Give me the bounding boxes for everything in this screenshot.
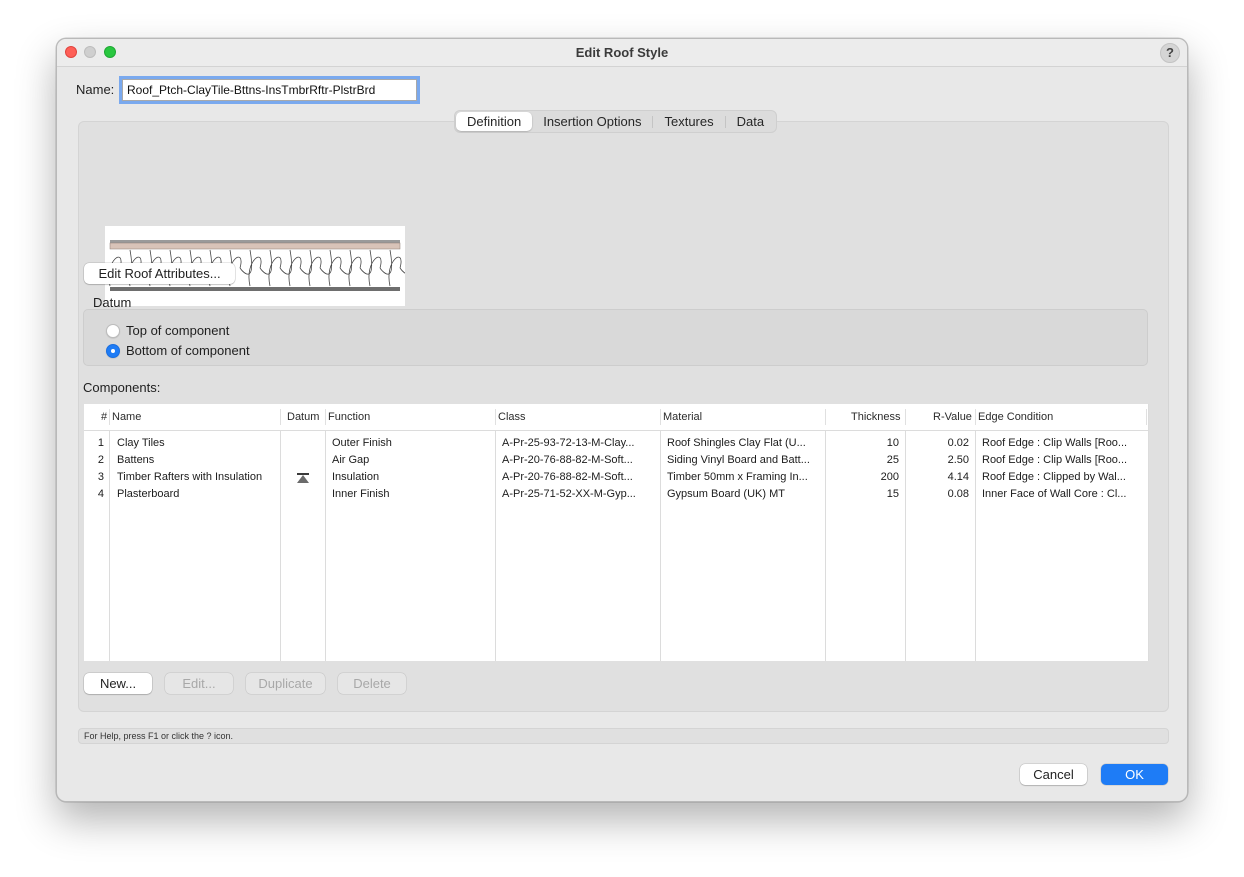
new-component-button[interactable]: New... [84, 673, 152, 694]
cell-edge-condition: Roof Edge : Clip Walls [Roo... [982, 454, 1128, 466]
cell-name: Clay Tiles [117, 437, 165, 449]
datum-group-label: Datum [93, 295, 132, 310]
datum-marker-icon [297, 473, 309, 483]
column-divider [825, 409, 826, 425]
cancel-button[interactable]: Cancel [1020, 764, 1087, 785]
cell-function: Insulation [332, 471, 380, 483]
cell-edge-condition: Inner Face of Wall Core : Cl... [982, 488, 1127, 500]
cell-name: Battens [117, 454, 155, 466]
edit-roof-attributes-button[interactable]: Edit Roof Attributes... [84, 263, 235, 284]
help-button[interactable]: ? [1160, 43, 1180, 63]
edit-roof-style-dialog: Edit Roof Style ? Name: Overall Thicknes… [56, 38, 1188, 802]
cell-number: 3 [97, 471, 104, 483]
tab-data[interactable]: Data [726, 112, 775, 131]
table-row[interactable]: 4 Plasterboard Inner Finish A-Pr-25-71-52-X… [84, 487, 1148, 504]
column-header-datum[interactable]: Datum [287, 411, 319, 423]
cell-name: Plasterboard [117, 488, 180, 500]
cell-r-value: 2.50 [947, 454, 969, 466]
column-header-edge-condition[interactable]: Edge Condition [978, 411, 1053, 423]
tab-textures[interactable]: Textures [653, 112, 724, 131]
cell-thickness: 15 [886, 488, 899, 500]
edit-component-button[interactable]: Edit... [165, 673, 233, 694]
cell-material: Timber 50mm x Framing In... [667, 471, 808, 483]
column-header-function[interactable]: Function [328, 411, 370, 423]
column-divider [325, 409, 326, 425]
cell-edge-condition: Roof Edge : Clip Walls [Roo... [982, 437, 1128, 449]
help-status-bar: For Help, press F1 or click the ? icon. [78, 728, 1169, 744]
components-label: Components: [83, 380, 161, 395]
radio-label: Top of component [126, 323, 230, 338]
cell-number: 4 [97, 488, 104, 500]
column-header-name[interactable]: Name [112, 411, 141, 423]
cell-function: Outer Finish [332, 437, 392, 449]
cell-number: 1 [97, 437, 104, 449]
column-divider [280, 409, 281, 425]
radio-bottom-of-component[interactable]: Bottom of component [106, 343, 250, 358]
tile-top-line [110, 240, 400, 243]
column-header-number[interactable]: # [101, 411, 107, 423]
cell-material: Roof Shingles Clay Flat (U... [667, 437, 806, 449]
clay-tile-layer [109, 242, 401, 250]
tab-bar: Definition Insertion Options Textures Da… [454, 110, 778, 133]
duplicate-component-button[interactable]: Duplicate [246, 673, 325, 694]
radio-button[interactable] [106, 323, 120, 338]
cell-material: Gypsum Board (UK) MT [667, 488, 785, 500]
column-divider [905, 409, 906, 425]
column-header-material[interactable]: Material [663, 411, 702, 423]
tab-definition[interactable]: Definition [456, 112, 533, 131]
title-bar: Edit Roof Style ? [57, 39, 1187, 67]
name-label: Name: [76, 82, 115, 97]
cell-thickness: 25 [886, 454, 899, 466]
ok-button[interactable]: OK [1101, 764, 1168, 785]
cell-name: Timber Rafters with Insulation [117, 471, 263, 483]
datum-group: Top of component Bottom of component [83, 309, 1148, 366]
tab-insertion-options[interactable]: Insertion Options [532, 112, 652, 131]
cell-thickness: 10 [886, 437, 899, 449]
column-divider [975, 409, 976, 425]
plasterboard-layer [110, 287, 400, 291]
help-icon: ? [1166, 45, 1174, 60]
cell-r-value: 4.14 [947, 471, 969, 483]
cell-function: Air Gap [332, 454, 370, 466]
column-header-thickness[interactable]: Thickness [851, 411, 901, 423]
column-divider [660, 409, 661, 425]
delete-component-button[interactable]: Delete [338, 673, 406, 694]
table-row[interactable]: 1 Clay Tiles Outer Finish A-Pr-25-93-72-13-… [84, 436, 1148, 453]
cell-class: A-Pr-20-76-88-82-M-Soft... [502, 471, 633, 483]
column-divider [109, 409, 110, 425]
name-input[interactable] [119, 76, 420, 104]
cell-r-value: 0.02 [947, 437, 969, 449]
definition-panel: Overall Thickness: 250 (Determined by co… [78, 121, 1169, 712]
table-row[interactable]: 3 Timber Rafters with Insulation Insulatio… [84, 470, 1148, 487]
cell-class: A-Pr-25-93-72-13-M-Clay... [502, 437, 635, 449]
table-header: # Name Datum Function Class Material Thi… [84, 404, 1148, 431]
cell-function: Inner Finish [332, 488, 390, 500]
cell-material: Siding Vinyl Board and Batt... [667, 454, 810, 466]
radio-top-of-component[interactable]: Top of component [106, 323, 229, 338]
radio-button-selected[interactable] [106, 343, 120, 358]
cell-number: 2 [97, 454, 104, 466]
radio-label: Bottom of component [126, 343, 250, 358]
table-row[interactable]: 2 Battens Air Gap A-Pr-20-76-88-82-M-Soft..… [84, 453, 1148, 470]
cell-edge-condition: Roof Edge : Clipped by Wal... [982, 471, 1126, 483]
column-header-r-value[interactable]: R-Value [933, 411, 972, 423]
components-table[interactable]: # Name Datum Function Class Material Thi… [84, 404, 1149, 661]
cell-thickness: 200 [880, 471, 899, 483]
cell-class: A-Pr-20-76-88-82-M-Soft... [502, 454, 633, 466]
column-divider [1146, 409, 1147, 425]
column-header-class[interactable]: Class [498, 411, 526, 423]
cell-r-value: 0.08 [947, 488, 969, 500]
cell-class: A-Pr-25-71-52-XX-M-Gyp... [502, 488, 636, 500]
window-title: Edit Roof Style [575, 45, 669, 60]
column-divider [495, 409, 496, 425]
